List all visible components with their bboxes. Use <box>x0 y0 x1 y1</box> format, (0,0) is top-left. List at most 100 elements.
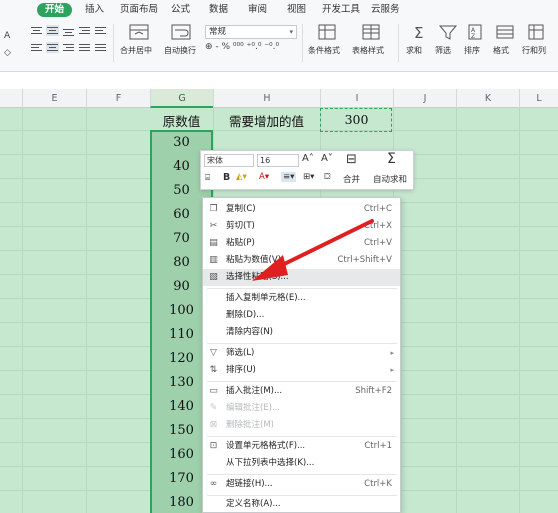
column-headers: E F G H I J K L <box>0 89 558 108</box>
table-style-icon[interactable] <box>360 23 382 41</box>
tab-formula[interactable]: 公式 <box>171 3 190 17</box>
column-header-h[interactable]: H <box>213 89 320 108</box>
sort-button[interactable]: 排序 <box>464 45 480 56</box>
grow-font-icon[interactable]: A˄ <box>302 153 314 164</box>
format-icon[interactable] <box>494 23 516 41</box>
autosum-icon[interactable]: Σ <box>387 151 396 167</box>
tab-insert[interactable]: 插入 <box>85 3 104 17</box>
menu-item-insert-comment[interactable]: ▭ 插入批注(M)... Shift+F2 <box>203 383 400 400</box>
menu-item-delete-comment[interactable]: ⊠ 删除批注(M) <box>203 417 400 434</box>
menu-item-cut[interactable]: ✂ 剪切(T) Ctrl+X <box>203 218 400 235</box>
tab-developer[interactable]: 开发工具 <box>322 3 360 17</box>
indent-icon[interactable] <box>78 25 91 36</box>
filter-button[interactable]: 筛选 <box>435 45 451 56</box>
column-header-i[interactable]: I <box>320 89 393 108</box>
menu-item-filter[interactable]: ▽ 筛选(L) ▸ <box>203 345 400 362</box>
svg-text:A: A <box>4 31 11 40</box>
merge-center-button[interactable]: 合并居中 <box>120 45 152 56</box>
distributed-icon[interactable] <box>94 42 107 53</box>
align-middle-icon[interactable] <box>46 25 59 36</box>
menu-item-label: 编辑批注(E)... <box>226 403 281 413</box>
align-right-icon[interactable] <box>62 42 75 53</box>
align-top-icon[interactable] <box>30 25 43 36</box>
column-header-j[interactable]: J <box>393 89 456 108</box>
wrap-text-icon[interactable] <box>170 23 192 41</box>
sort-icon[interactable]: AZ <box>465 23 487 41</box>
copy-icon: ❐ <box>209 204 218 214</box>
comment-icon: ▭ <box>209 386 218 396</box>
font-name-select[interactable]: 宋体 <box>204 154 254 167</box>
font-color-small-icon[interactable]: A <box>3 25 16 41</box>
sum-icon[interactable]: Σ <box>410 23 432 42</box>
grid-line <box>86 108 87 513</box>
menu-item-copy[interactable]: ❐ 复制(C) Ctrl+C <box>203 201 400 218</box>
tab-view[interactable]: 视图 <box>287 3 306 17</box>
link-icon: ∞ <box>209 479 218 489</box>
shrink-font-icon[interactable]: A˅ <box>321 153 333 164</box>
filter-icon[interactable] <box>437 23 459 41</box>
row-column-button[interactable]: 行和列 <box>522 45 546 56</box>
menu-item-edit-comment[interactable]: ✎ 编辑批注(E)... <box>203 400 400 417</box>
column-header-l[interactable]: L <box>519 89 558 108</box>
tab-home[interactable]: 开始 <box>37 3 73 17</box>
cell-h-header[interactable]: 需要增加的值 <box>213 111 320 130</box>
menu-item-paste-values[interactable]: ▥ 粘贴为数值(V) Ctrl+Shift+V <box>203 252 400 269</box>
menu-item-sort[interactable]: ⇅ 排序(U) ▸ <box>203 362 400 379</box>
align-center-icon[interactable] <box>46 42 59 53</box>
clear-icon[interactable]: ◇ <box>3 42 16 58</box>
menu-item-delete[interactable]: 删除(D)... <box>203 307 400 324</box>
corner-cell[interactable] <box>0 89 22 108</box>
bold-icon[interactable]: B <box>223 172 230 183</box>
menu-item-pick-from-list[interactable]: 从下拉列表中选择(K)... <box>203 455 400 472</box>
number-format-value: 常规 <box>209 27 227 37</box>
format-button[interactable]: 格式 <box>493 45 509 56</box>
sort-icon: ⇅ <box>209 365 218 375</box>
outdent-icon[interactable] <box>94 25 107 36</box>
sum-button[interactable]: 求和 <box>406 45 422 56</box>
svg-text:Z: Z <box>471 33 475 40</box>
tab-review[interactable]: 审阅 <box>248 3 267 17</box>
merge-icon[interactable]: ⊟ <box>346 152 357 167</box>
tab-page-layout[interactable]: 页面布局 <box>120 3 158 17</box>
justify-icon[interactable] <box>78 42 91 53</box>
menu-item-format-cells[interactable]: ⊡ 设置单元格格式(F)... Ctrl+1 <box>203 438 400 455</box>
cell-i-value[interactable]: 300 <box>320 112 393 127</box>
cell-g-header[interactable]: 原数值 <box>150 111 213 130</box>
menu-item-clear[interactable]: 清除内容(N) <box>203 324 400 341</box>
tab-cloud[interactable]: 云服务 <box>371 3 400 17</box>
menu-item-insert-copied[interactable]: 插入复制单元格(E)... <box>203 290 400 307</box>
menu-item-paste[interactable]: ▤ 粘贴(P) Ctrl+V <box>203 235 400 252</box>
fill-bucket-icon[interactable]: ⛋ <box>324 172 330 182</box>
edit-comment-icon: ✎ <box>209 403 218 413</box>
merge-center-icon[interactable] <box>128 23 150 41</box>
font-color-icon[interactable]: A▾ <box>259 172 269 182</box>
number-format-tools[interactable]: ⊕ - % ⁰⁰⁰ ⁺⁰.⁰ ⁻⁰.⁰ <box>205 42 279 52</box>
menu-item-label: 插入复制单元格(E)... <box>226 293 306 303</box>
column-header-f[interactable]: F <box>86 89 150 108</box>
menu-item-hyperlink[interactable]: ∞ 超链接(H)... Ctrl+K <box>203 476 400 493</box>
column-header-k[interactable]: K <box>456 89 519 108</box>
tab-data[interactable]: 数据 <box>209 3 228 17</box>
chevron-down-icon: ▾ <box>289 28 293 36</box>
cell-g-value[interactable]: 30 <box>150 135 213 150</box>
fill-color-icon[interactable]: ◭▾ <box>236 172 247 182</box>
column-header-g[interactable]: G <box>150 89 213 108</box>
font-size-select[interactable]: 16 <box>257 154 299 167</box>
center-align-icon[interactable]: ≡▾ <box>281 172 297 182</box>
menu-item-paste-special[interactable]: ▧ 选择性粘贴(S)... <box>203 269 400 286</box>
autosum-button[interactable]: 自动求和 <box>373 173 407 185</box>
align-bottom-icon[interactable] <box>62 25 75 36</box>
wrap-text-button[interactable]: 自动换行 <box>164 45 196 56</box>
merge-button[interactable]: 合并 <box>343 173 360 185</box>
number-format-select[interactable]: 常规 ▾ <box>205 25 297 39</box>
menu-separator <box>207 436 397 437</box>
align-left-icon[interactable] <box>30 42 43 53</box>
conditional-format-button[interactable]: 条件格式 <box>308 45 340 56</box>
table-style-button[interactable]: 表格样式 <box>352 45 384 56</box>
format-painter-icon[interactable]: ⌸ <box>205 173 210 183</box>
menu-item-define-name[interactable]: 定义名称(A)... <box>203 496 400 513</box>
borders-icon[interactable]: ⊞▾ <box>303 172 314 182</box>
column-header-e[interactable]: E <box>22 89 86 108</box>
row-column-icon[interactable] <box>526 23 548 41</box>
conditional-format-icon[interactable] <box>316 23 338 41</box>
